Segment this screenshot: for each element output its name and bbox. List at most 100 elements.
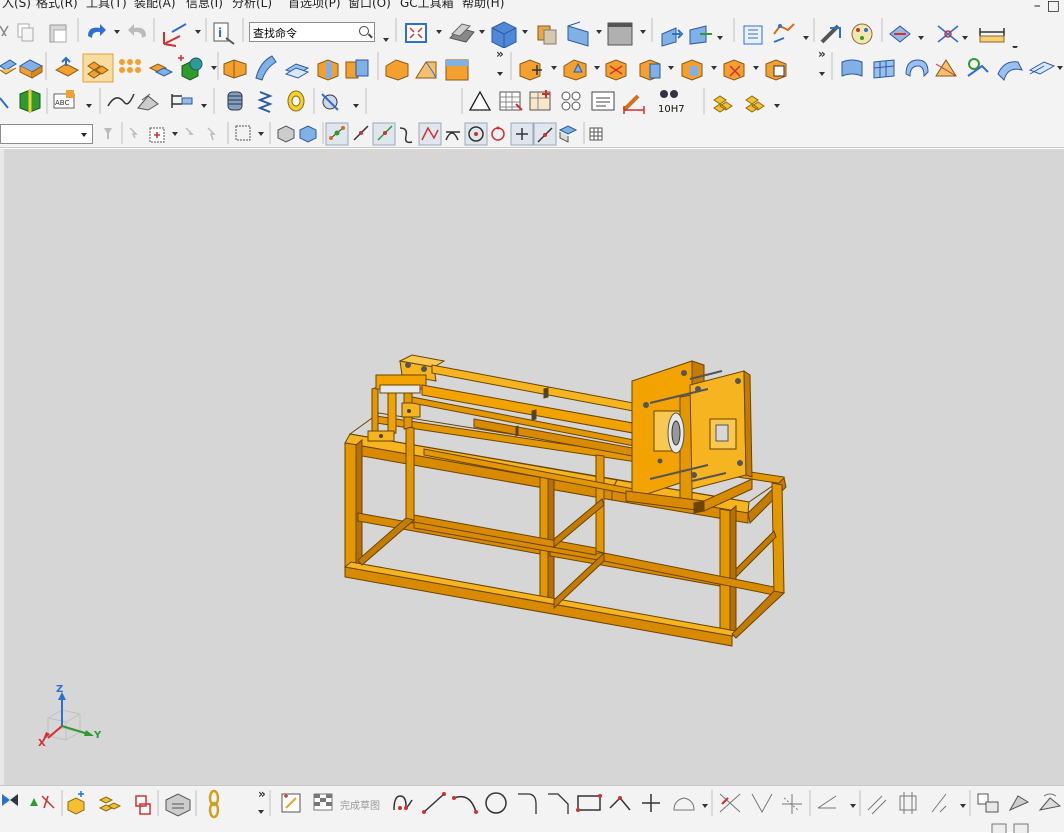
chamfer-sketch-icon[interactable] bbox=[548, 793, 569, 814]
make-corner-icon[interactable] bbox=[782, 794, 802, 814]
split-body-icon[interactable] bbox=[639, 59, 661, 81]
pattern-array-icon[interactable] bbox=[119, 59, 141, 73]
paste-icon[interactable] bbox=[49, 24, 67, 43]
block-icon[interactable] bbox=[223, 59, 247, 79]
stack-blocks-plus-icon[interactable] bbox=[745, 95, 765, 113]
surface-mesh-icon[interactable] bbox=[873, 59, 895, 79]
fit-view-icon[interactable] bbox=[405, 23, 427, 43]
quick-trim-icon[interactable] bbox=[719, 793, 741, 813]
snap-face-icon[interactable] bbox=[558, 125, 578, 143]
surface-nsided-icon[interactable] bbox=[967, 58, 989, 77]
wcs-icon[interactable] bbox=[163, 23, 187, 47]
finish-sketch-label[interactable]: 完成草图 bbox=[340, 797, 380, 812]
snap-intersection-icon[interactable] bbox=[445, 131, 460, 141]
cut-icon[interactable] bbox=[0, 25, 9, 37]
intersect-icon[interactable] bbox=[605, 59, 627, 81]
replace-face-icon[interactable] bbox=[765, 59, 787, 81]
copy-icon[interactable] bbox=[17, 23, 34, 42]
view-triad[interactable]: Z X Y bbox=[34, 684, 114, 764]
rectangle-select-icon[interactable] bbox=[235, 125, 251, 141]
emboss-icon[interactable] bbox=[54, 56, 80, 77]
show-constraints-icon[interactable] bbox=[899, 792, 917, 814]
render-style-icon[interactable] bbox=[449, 23, 475, 43]
delete-body-icon[interactable] bbox=[723, 59, 745, 81]
geometric-constraint-icon[interactable] bbox=[867, 795, 887, 815]
surface-transition-icon[interactable] bbox=[997, 61, 1023, 81]
background-icon[interactable] bbox=[607, 22, 633, 46]
table-icon[interactable] bbox=[499, 91, 523, 111]
auto-constrain-icon[interactable] bbox=[931, 793, 947, 813]
surface-bridge-icon[interactable] bbox=[935, 59, 957, 77]
surface-extension-icon[interactable] bbox=[1028, 61, 1056, 75]
trim-body-icon[interactable] bbox=[445, 59, 469, 81]
dimension-sketch-icon[interactable] bbox=[817, 795, 837, 809]
quick-extend-icon[interactable] bbox=[751, 793, 773, 814]
spring-cylinder-icon[interactable] bbox=[227, 91, 243, 111]
sketch-settings-icon[interactable] bbox=[977, 793, 999, 813]
snap-curve-icon[interactable] bbox=[399, 127, 413, 144]
layer-icon[interactable] bbox=[537, 25, 557, 45]
line-icon[interactable] bbox=[422, 792, 446, 814]
arc-icon[interactable] bbox=[452, 795, 478, 814]
select-pointer-icon[interactable] bbox=[129, 127, 138, 139]
add-component-icon[interactable] bbox=[67, 791, 85, 815]
boolean-icon[interactable] bbox=[519, 59, 542, 81]
undo-dropdown-icon[interactable] bbox=[114, 30, 120, 34]
command-finder-input[interactable]: 查找命令 bbox=[253, 25, 297, 41]
triangle-symbol-icon[interactable] bbox=[468, 90, 492, 111]
solid-cube-icon[interactable] bbox=[19, 89, 41, 113]
subtract-icon[interactable] bbox=[563, 59, 587, 81]
note-page-icon[interactable] bbox=[591, 91, 615, 111]
menu-preferences[interactable]: 首选项(P) bbox=[288, 0, 341, 11]
menu-analysis[interactable]: 分析(L) bbox=[232, 0, 272, 11]
more-overflow-icon[interactable]: » bbox=[818, 48, 826, 61]
menu-tools[interactable]: 工具(T) bbox=[86, 0, 127, 11]
offset-curve-icon[interactable] bbox=[673, 797, 695, 811]
dimension-brush-icon[interactable] bbox=[622, 94, 645, 114]
surface-ruled-icon[interactable] bbox=[841, 59, 863, 77]
assembly-navigator-icon[interactable] bbox=[743, 25, 763, 45]
curve-project-icon[interactable] bbox=[107, 93, 135, 107]
menu-help[interactable]: 帮助(H) bbox=[462, 0, 504, 11]
grid-snap-icon[interactable] bbox=[589, 127, 603, 141]
info-icon[interactable]: i bbox=[213, 22, 235, 45]
search-icon[interactable] bbox=[359, 26, 369, 36]
paint-palette-icon[interactable] bbox=[851, 23, 873, 45]
menu-info[interactable]: 信息(I) bbox=[186, 0, 223, 11]
menu-window[interactable]: 窗口(O) bbox=[348, 0, 391, 11]
bearing-icon[interactable] bbox=[287, 90, 305, 112]
point-icon[interactable] bbox=[642, 794, 660, 812]
mirror-body-icon[interactable] bbox=[681, 59, 703, 81]
component-select-icon[interactable] bbox=[299, 125, 317, 143]
undo-icon[interactable] bbox=[88, 24, 106, 38]
chain-link-icon[interactable] bbox=[208, 789, 220, 819]
explosion-view-icon[interactable] bbox=[165, 793, 191, 817]
restore-button[interactable]: □ bbox=[1047, 0, 1060, 12]
update-model-icon[interactable] bbox=[1038, 793, 1062, 811]
curve-offset-icon[interactable] bbox=[137, 93, 159, 111]
move-component-icon[interactable] bbox=[30, 795, 55, 809]
thicken-icon[interactable] bbox=[317, 59, 339, 81]
sweep-icon[interactable] bbox=[255, 55, 277, 81]
command-finder[interactable]: 查找命令 bbox=[249, 22, 375, 42]
move-object-icon[interactable] bbox=[661, 27, 684, 47]
finish-sketch-flag-icon[interactable] bbox=[313, 793, 333, 811]
select-box-add-icon[interactable] bbox=[149, 127, 165, 143]
tolerance-fit-icon[interactable]: 10H7 bbox=[658, 90, 685, 115]
measure-direction-icon[interactable] bbox=[889, 25, 911, 43]
sketch-icon[interactable] bbox=[281, 793, 301, 813]
reattach-sketch-icon[interactable] bbox=[1008, 795, 1030, 812]
more-overflow-icon[interactable]: » bbox=[496, 48, 504, 61]
assembly-constraint-icon[interactable] bbox=[2, 794, 18, 806]
stack-blocks-icon[interactable] bbox=[713, 95, 733, 113]
mirror-assembly-icon[interactable] bbox=[135, 795, 151, 815]
menu-format[interactable]: 格式(R) bbox=[36, 0, 78, 11]
menu-gc-toolkit[interactable]: GC工具箱 bbox=[400, 0, 454, 11]
transform-icon[interactable] bbox=[689, 25, 712, 45]
extrude-icon[interactable] bbox=[18, 59, 44, 79]
edge-blend-icon[interactable] bbox=[0, 97, 9, 109]
wave-link-icon[interactable] bbox=[820, 24, 841, 44]
spring-icon[interactable] bbox=[257, 91, 273, 113]
graphics-viewport[interactable]: Z X Y bbox=[0, 149, 1064, 785]
gear-tool-icon[interactable] bbox=[321, 93, 339, 111]
